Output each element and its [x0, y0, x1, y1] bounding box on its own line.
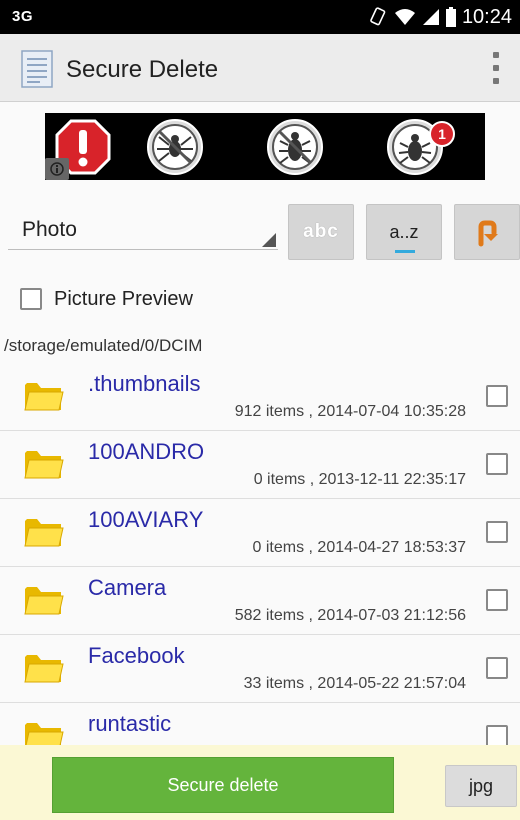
sort-az-button[interactable]: a..z — [366, 204, 442, 260]
folder-meta: 33 items , 2014-05-22 21:57:04 — [243, 675, 466, 692]
svg-text:1: 1 — [438, 126, 446, 142]
sort-abc-button[interactable]: abc — [288, 204, 354, 260]
file-type-dropdown[interactable]: Photo — [8, 206, 278, 250]
folder-icon — [24, 451, 64, 479]
extension-filter-label: jpg — [468, 775, 494, 796]
app-logo-icon — [21, 50, 53, 88]
list-item[interactable]: 100ANDRO 0 items , 2013-12-11 22:35:17 — [0, 431, 520, 499]
picture-preview-checkbox[interactable] — [20, 288, 42, 310]
folder-meta: 0 items , 2013-12-11 22:35:17 — [253, 471, 466, 488]
folder-name: .thumbnails — [88, 371, 201, 396]
no-spider-icon — [147, 119, 203, 175]
list-item[interactable]: Facebook 33 items , 2014-05-22 21:57:04 — [0, 635, 520, 703]
no-bug-icon — [267, 119, 323, 175]
notification-badge: 1 — [429, 121, 455, 147]
clock: 10:24 — [461, 5, 512, 28]
signal-icon — [422, 9, 439, 25]
secure-delete-label: Secure delete — [167, 774, 279, 795]
app-title: Secure Delete — [66, 56, 219, 83]
sort-abc-label: abc — [303, 221, 339, 242]
ad-info-icon[interactable] — [45, 158, 69, 180]
folder-name: Camera — [88, 575, 167, 600]
bottom-bar: Secure delete jpg — [0, 745, 520, 820]
extension-filter-button[interactable]: jpg — [445, 765, 517, 807]
folder-icon — [25, 723, 64, 745]
folder-icon — [24, 587, 64, 615]
folder-meta: 582 items , 2014-07-03 21:12:56 — [234, 607, 466, 624]
action-bar: Secure Delete — [0, 34, 520, 102]
folder-icon — [24, 519, 64, 547]
select-checkbox[interactable] — [486, 725, 508, 745]
folder-name: 100AVIARY — [88, 507, 204, 532]
up-arrow-icon — [478, 220, 498, 247]
current-path: /storage/emulated/0/DCIM — [4, 336, 203, 355]
overflow-menu-icon[interactable] — [492, 52, 500, 84]
network-indicator: 3G — [12, 8, 34, 25]
rotate-icon — [370, 7, 386, 26]
select-checkbox[interactable] — [486, 589, 508, 611]
picture-preview-row[interactable]: Picture Preview — [20, 286, 193, 312]
folder-name: runtastic — [88, 711, 172, 736]
secure-delete-button[interactable]: Secure delete — [52, 757, 394, 813]
status-icons: 10:24 — [368, 4, 512, 30]
dropdown-arrow-icon — [262, 233, 276, 247]
select-checkbox[interactable] — [486, 385, 508, 407]
folder-icon — [24, 655, 64, 683]
select-checkbox[interactable] — [486, 657, 508, 679]
folder-meta: 912 items , 2014-07-04 10:35:28 — [234, 403, 466, 420]
status-bar: 3G 10:24 — [0, 0, 520, 34]
folder-name: 100ANDRO — [88, 439, 205, 464]
list-item[interactable]: 100AVIARY 0 items , 2014-04-27 18:53:37 — [0, 499, 520, 567]
sort-az-label: a..z — [389, 221, 419, 242]
list-item[interactable]: .thumbnails 912 items , 2014-07-04 10:35… — [0, 363, 520, 431]
list-item[interactable]: runtastic — [0, 703, 520, 745]
wifi-icon — [394, 9, 415, 25]
select-checkbox[interactable] — [486, 521, 508, 543]
ad-banner[interactable]: 1 — [45, 113, 485, 180]
file-list: .thumbnails 912 items , 2014-07-04 10:35… — [0, 363, 520, 745]
folder-icon — [24, 383, 64, 411]
list-item[interactable]: Camera 582 items , 2014-07-03 21:12:56 — [0, 567, 520, 635]
active-indicator — [395, 250, 415, 253]
file-type-selected: Photo — [22, 218, 77, 241]
folder-meta: 0 items , 2014-04-27 18:53:37 — [252, 539, 466, 556]
select-checkbox[interactable] — [486, 453, 508, 475]
picture-preview-label: Picture Preview — [54, 287, 193, 310]
folder-name: Facebook — [88, 643, 185, 668]
parent-folder-button[interactable] — [454, 204, 520, 260]
battery-icon — [445, 7, 456, 27]
